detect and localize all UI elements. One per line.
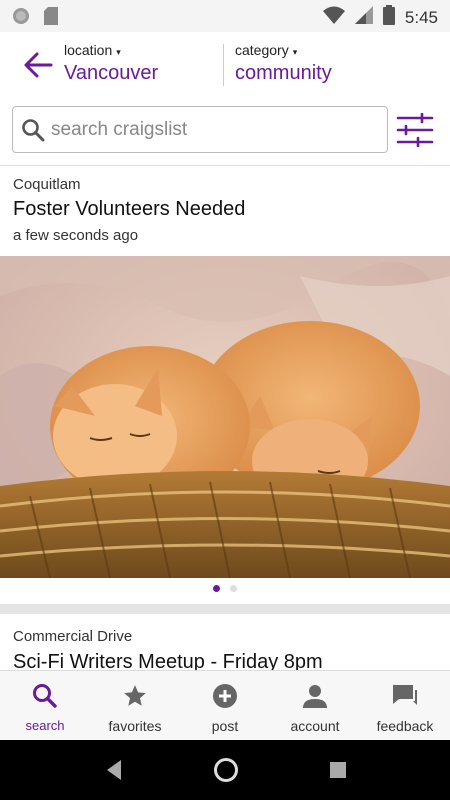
search-icon [21, 118, 45, 147]
circle-notification-icon [12, 7, 30, 30]
nav-label: feedback [376, 718, 434, 734]
bottom-nav: search favorites post account feedback [0, 670, 450, 740]
posting-location: Commercial Drive [13, 628, 133, 645]
filter-button[interactable] [396, 112, 434, 148]
recents-square-icon[interactable] [329, 761, 347, 784]
add-circle-icon [212, 683, 238, 709]
nav-post[interactable]: post [180, 671, 270, 740]
posting-card[interactable]: Commercial Drive Sci-Fi Writers Meetup -… [0, 614, 450, 670]
nav-search[interactable]: search [0, 671, 90, 740]
status-time: 5:45 [404, 7, 438, 27]
image-pager [0, 585, 450, 592]
location-label: location [64, 42, 113, 58]
star-icon [122, 683, 148, 709]
person-icon [302, 683, 328, 709]
signal-icon [354, 6, 373, 29]
wifi-icon [322, 6, 345, 29]
posting-time: a few seconds ago [13, 227, 139, 244]
location-selector[interactable]: location ▾ Vancouver [64, 42, 158, 85]
posting-location: Coquitlam [13, 176, 81, 193]
nav-feedback[interactable]: feedback [360, 671, 450, 740]
header: location ▾ Vancouver category ▾ community [0, 32, 450, 104]
nav-label: search [25, 718, 65, 733]
search-input[interactable] [51, 115, 371, 145]
system-nav-bar [0, 740, 450, 800]
search-box[interactable] [12, 106, 388, 153]
nav-account[interactable]: account [270, 671, 360, 740]
chat-icon [392, 683, 418, 709]
nav-favorites[interactable]: favorites [90, 671, 180, 740]
home-circle-icon[interactable] [213, 757, 239, 788]
nav-label: favorites [108, 718, 162, 734]
status-bar: 5:45 [0, 0, 450, 32]
posting-separator [0, 604, 450, 614]
sliders-icon [396, 112, 434, 148]
category-selector[interactable]: category ▾ community [235, 42, 332, 85]
kittens-image [0, 256, 450, 578]
header-divider [223, 44, 224, 86]
location-value: Vancouver [64, 62, 159, 84]
back-triangle-icon[interactable] [103, 758, 125, 787]
caret-down-icon: ▾ [292, 47, 298, 57]
battery-icon [382, 5, 395, 30]
sd-card-icon [44, 7, 58, 30]
category-value: community [235, 62, 332, 84]
posting-title: Sci-Fi Writers Meetup - Friday 8pm [13, 651, 323, 670]
pager-dot[interactable] [230, 585, 237, 592]
nav-label: account [290, 718, 340, 734]
caret-down-icon: ▾ [116, 47, 121, 57]
divider [0, 165, 450, 166]
pager-dot-active[interactable] [213, 585, 220, 592]
search-icon [32, 683, 58, 709]
back-button[interactable] [22, 50, 58, 82]
arrow-back-icon [24, 52, 53, 78]
posting-photo[interactable] [0, 256, 450, 578]
posting-title: Foster Volunteers Needed [13, 198, 246, 220]
category-label: category [235, 42, 289, 58]
nav-label: post [211, 718, 239, 734]
